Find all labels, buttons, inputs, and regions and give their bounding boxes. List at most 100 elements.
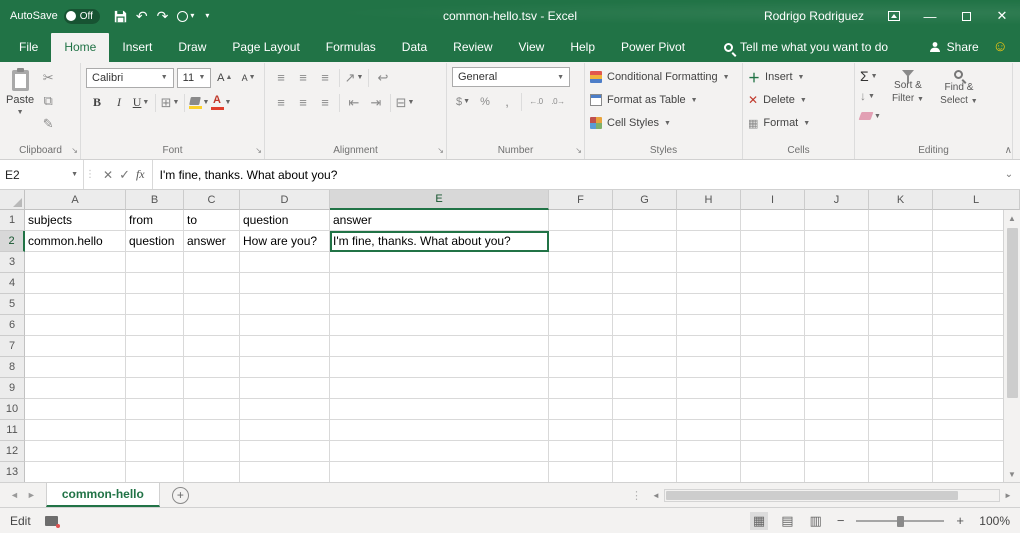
formula-input[interactable]: I'm fine, thanks. What about you? (153, 160, 998, 189)
cell-I12[interactable] (741, 441, 805, 462)
row-header-13[interactable]: 13 (0, 462, 25, 482)
row-header-10[interactable]: 10 (0, 399, 25, 420)
cell-D9[interactable] (240, 378, 330, 399)
cell-K4[interactable] (869, 273, 933, 294)
cell-D4[interactable] (240, 273, 330, 294)
cell-E13[interactable] (330, 462, 549, 482)
tell-me-box[interactable]: Tell me what you want to do (714, 33, 898, 62)
cell-A10[interactable] (25, 399, 126, 420)
zoom-slider-thumb[interactable] (897, 516, 904, 527)
touch-mode-icon[interactable]: ▾ (177, 11, 194, 22)
currency-format-button[interactable]: $▼ (452, 91, 474, 112)
row-header-3[interactable]: 3 (0, 252, 25, 273)
vertical-scrollbar[interactable]: ▲ ▼ (1003, 210, 1020, 482)
zoom-slider[interactable] (856, 515, 944, 527)
row-header-7[interactable]: 7 (0, 336, 25, 357)
cell-H9[interactable] (677, 378, 741, 399)
cell-G5[interactable] (613, 294, 677, 315)
cell-F12[interactable] (549, 441, 613, 462)
collapse-ribbon-icon[interactable]: ∧ (1005, 145, 1012, 156)
minimize-button[interactable]: — (912, 0, 948, 32)
cell-A4[interactable] (25, 273, 126, 294)
tab-data[interactable]: Data (389, 33, 440, 62)
cell-D3[interactable] (240, 252, 330, 273)
close-button[interactable]: ✕ (984, 0, 1020, 32)
font-size-combo[interactable]: 11▼ (177, 68, 212, 88)
cell-C3[interactable] (184, 252, 240, 273)
wrap-text-icon[interactable]: ↩ (372, 67, 394, 88)
increase-indent-icon[interactable]: ⇥ (365, 92, 387, 113)
percent-format-button[interactable]: % (474, 91, 496, 112)
cell-F9[interactable] (549, 378, 613, 399)
borders-button[interactable]: ⊞▼ (159, 92, 181, 113)
macro-record-icon[interactable] (45, 516, 58, 526)
cell-I11[interactable] (741, 420, 805, 441)
cell-J12[interactable] (805, 441, 869, 462)
cell-G9[interactable] (613, 378, 677, 399)
cell-G6[interactable] (613, 315, 677, 336)
cell-H5[interactable] (677, 294, 741, 315)
cell-F1[interactable] (549, 210, 613, 231)
tab-draw[interactable]: Draw (165, 33, 219, 62)
cell-C13[interactable] (184, 462, 240, 482)
cell-H10[interactable] (677, 399, 741, 420)
clear-button[interactable]: ▼ (860, 107, 881, 125)
cell-I6[interactable] (741, 315, 805, 336)
cell-B12[interactable] (126, 441, 184, 462)
number-dialog-launcher-icon[interactable]: ↘ (575, 147, 582, 155)
cut-icon[interactable]: ✂ (37, 67, 59, 88)
cell-B7[interactable] (126, 336, 184, 357)
row-header-11[interactable]: 11 (0, 420, 25, 441)
cell-I2[interactable] (741, 231, 805, 252)
column-header-B[interactable]: B (126, 190, 184, 210)
cell-F13[interactable] (549, 462, 613, 482)
sheet-nav-right-icon[interactable]: ► (27, 490, 36, 500)
save-icon[interactable] (114, 10, 127, 23)
cell-K5[interactable] (869, 294, 933, 315)
cell-C8[interactable] (184, 357, 240, 378)
cell-K1[interactable] (869, 210, 933, 231)
cell-C10[interactable] (184, 399, 240, 420)
insert-cells-button[interactable]: ＋ Insert ▼ (748, 67, 810, 87)
align-center-icon[interactable]: ≡ (292, 92, 314, 113)
row-header-12[interactable]: 12 (0, 441, 25, 462)
cell-J13[interactable] (805, 462, 869, 482)
cell-I4[interactable] (741, 273, 805, 294)
cell-K12[interactable] (869, 441, 933, 462)
cell-E2[interactable]: I'm fine, thanks. What about you? (330, 231, 549, 252)
cell-B2[interactable]: question (126, 231, 184, 252)
cell-F7[interactable] (549, 336, 613, 357)
cell-J1[interactable] (805, 210, 869, 231)
cell-B10[interactable] (126, 399, 184, 420)
maximize-button[interactable] (948, 0, 984, 32)
row-header-2[interactable]: 2 (0, 231, 25, 252)
column-header-L[interactable]: L (933, 190, 1020, 210)
bold-button[interactable]: B (86, 92, 108, 113)
cell-B8[interactable] (126, 357, 184, 378)
tab-file[interactable]: File (6, 33, 51, 62)
copy-icon[interactable]: ⧉ (37, 90, 59, 111)
cell-G10[interactable] (613, 399, 677, 420)
decrease-indent-icon[interactable]: ⇤ (343, 92, 365, 113)
cell-C7[interactable] (184, 336, 240, 357)
cell-F3[interactable] (549, 252, 613, 273)
row-header-1[interactable]: 1 (0, 210, 25, 231)
cell-K9[interactable] (869, 378, 933, 399)
merge-center-icon[interactable]: ⊟▼ (394, 92, 416, 113)
scroll-right-icon[interactable]: ► (1000, 491, 1016, 500)
cell-A1[interactable]: subjects (25, 210, 126, 231)
cell-K11[interactable] (869, 420, 933, 441)
align-middle-icon[interactable]: ≡ (292, 67, 314, 88)
horizontal-scrollbar[interactable]: ◄ ► (648, 483, 1020, 507)
align-left-icon[interactable]: ≡ (270, 92, 292, 113)
cell-G3[interactable] (613, 252, 677, 273)
cell-E12[interactable] (330, 441, 549, 462)
sheet-nav-left-icon[interactable]: ◄ (10, 490, 19, 500)
feedback-smiley-icon[interactable]: ☺ (989, 33, 1020, 62)
column-header-C[interactable]: C (184, 190, 240, 210)
tab-strip-splitter[interactable]: ⋮ (625, 483, 648, 507)
cell-E1[interactable]: answer (330, 210, 549, 231)
cell-A12[interactable] (25, 441, 126, 462)
page-break-view-icon[interactable]: ▥ (807, 512, 825, 530)
scroll-up-icon[interactable]: ▲ (1004, 210, 1020, 226)
